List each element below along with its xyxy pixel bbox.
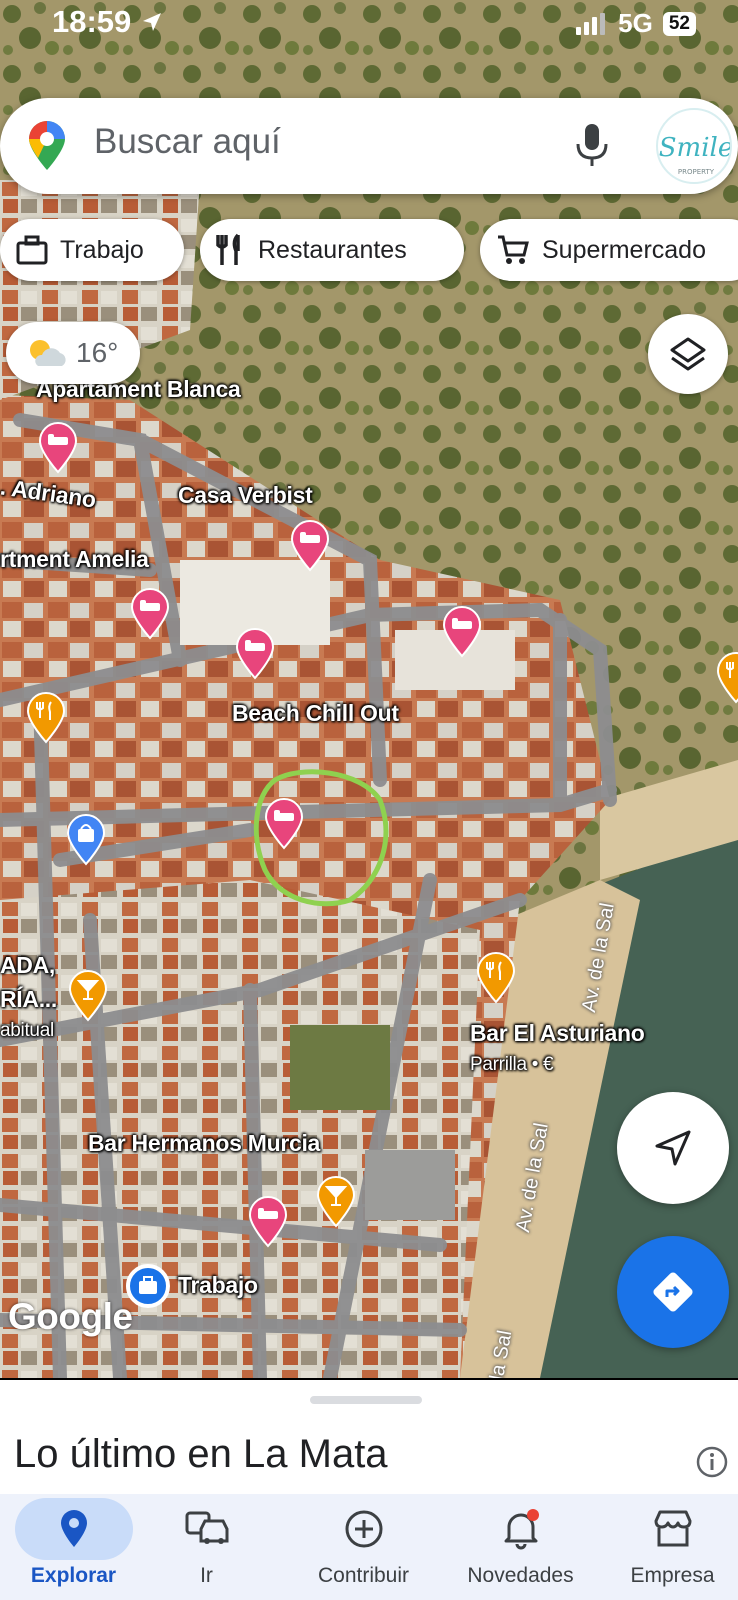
signal-icon: [576, 12, 606, 35]
chip-trabajo[interactable]: Trabajo: [0, 219, 184, 281]
bottom-navigation: Explorar Ir Contribuir Novedades Empresa: [0, 1494, 738, 1600]
briefcase-icon: [16, 235, 48, 265]
network-type: 5G: [618, 8, 653, 38]
microphone-icon[interactable]: [572, 122, 612, 173]
nav-label: Novedades: [467, 1564, 574, 1587]
navigation-arrow-icon: [655, 1130, 691, 1166]
label-beach-chill-out[interactable]: Beach Chill Out: [232, 700, 399, 727]
bell-icon: [504, 1509, 539, 1550]
hotel-pin[interactable]: [290, 520, 330, 572]
search-bar[interactable]: Buscar aquí Smile PROPERTY: [0, 98, 738, 194]
sheet-drag-handle[interactable]: [310, 1396, 422, 1404]
hotel-pin[interactable]: [38, 422, 78, 474]
svg-text:PROPERTY: PROPERTY: [678, 168, 715, 176]
add-circle-icon: [345, 1510, 382, 1548]
label-ria[interactable]: RÍA...: [0, 986, 57, 1013]
layers-icon: [670, 337, 706, 371]
label-bar-el-asturiano[interactable]: Bar El Asturiano: [470, 1020, 645, 1047]
nav-contribuir[interactable]: Contribuir: [290, 1494, 437, 1600]
chip-label: Trabajo: [60, 235, 144, 264]
hotel-pin[interactable]: [248, 1196, 288, 1248]
partly-cloudy-icon: [30, 340, 66, 366]
location-arrow-icon: [142, 13, 161, 31]
directions-button[interactable]: [617, 1236, 729, 1348]
storefront-icon: [654, 1510, 691, 1547]
nav-label: Contribuir: [317, 1564, 410, 1587]
directions-icon: [653, 1272, 693, 1312]
hotel-pin[interactable]: [442, 606, 482, 658]
bottom-sheet[interactable]: Lo último en La Mata: [0, 1380, 738, 1495]
svg-text:Smile: Smile: [659, 133, 732, 163]
weather-chip[interactable]: 16°: [6, 322, 140, 384]
chip-supermercado[interactable]: Supermercado: [480, 219, 738, 281]
status-time: 18:59: [52, 4, 164, 40]
restaurant-pin[interactable]: [26, 692, 66, 744]
avatar[interactable]: Smile PROPERTY: [656, 108, 732, 184]
label-bar-hermanos-murcia[interactable]: Bar Hermanos Murcia: [88, 1130, 320, 1157]
shopping-pin[interactable]: [66, 814, 106, 866]
bar-pin[interactable]: [316, 1176, 356, 1228]
chip-label: Restaurantes: [258, 235, 407, 264]
temperature: 16°: [76, 337, 119, 368]
nav-label: Empresa: [630, 1564, 715, 1587]
fork-knife-icon: [216, 233, 240, 265]
sheet-title: Lo último en La Mata: [14, 1432, 388, 1476]
nav-ir[interactable]: Ir: [133, 1494, 280, 1600]
cart-icon: [498, 235, 529, 264]
hotel-pin[interactable]: [130, 588, 170, 640]
car-icon: [185, 1511, 228, 1544]
nav-empresa[interactable]: Empresa: [599, 1494, 738, 1600]
chip-restaurantes[interactable]: Restaurantes: [200, 219, 464, 281]
nav-novedades[interactable]: Novedades: [447, 1494, 594, 1600]
chip-label: Supermercado: [542, 235, 706, 264]
label-abitual: abitual: [0, 1020, 54, 1041]
restaurant-pin[interactable]: [716, 652, 738, 704]
my-location-button[interactable]: [617, 1092, 729, 1204]
work-location-pin[interactable]: [126, 1264, 170, 1308]
bar-pin[interactable]: [68, 970, 108, 1022]
status-bar: 18:59 5G 52: [0, 0, 738, 46]
hotel-pin[interactable]: [235, 628, 275, 680]
label-casa-verbist[interactable]: Casa Verbist: [178, 482, 313, 509]
label-parrilla: Parrilla • €: [470, 1054, 554, 1075]
nav-label: Explorar: [30, 1564, 117, 1587]
label-ada[interactable]: ADA,: [0, 952, 55, 979]
nav-label: Ir: [200, 1564, 213, 1587]
label-apartment-amelia[interactable]: rtment Amelia: [0, 546, 149, 573]
label-trabajo-pin[interactable]: Trabajo: [178, 1272, 258, 1299]
google-maps-logo-icon: [26, 120, 68, 177]
location-pin-icon: [60, 1510, 87, 1547]
hotel-pin[interactable]: [264, 798, 304, 850]
info-icon[interactable]: [696, 1446, 728, 1483]
battery-indicator: 52: [662, 11, 696, 36]
map-layers-button[interactable]: [648, 314, 728, 394]
restaurant-pin[interactable]: [476, 952, 516, 1004]
nav-explorar[interactable]: Explorar: [0, 1494, 147, 1600]
search-input[interactable]: Buscar aquí: [94, 122, 281, 162]
google-logo: Google: [8, 1296, 133, 1337]
